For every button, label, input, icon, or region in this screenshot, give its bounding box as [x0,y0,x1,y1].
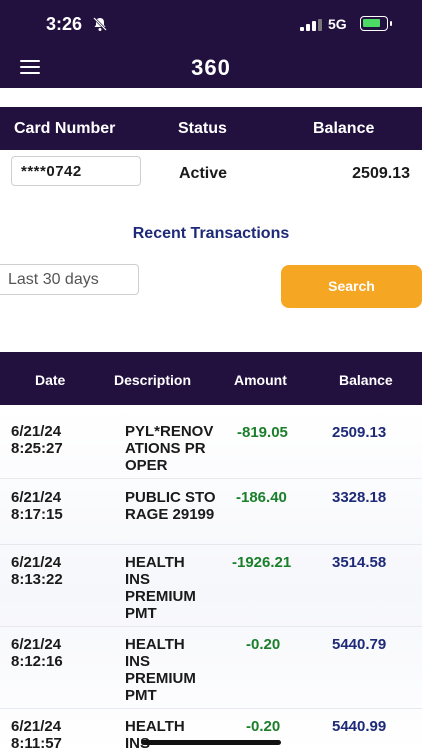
transaction-description: HEALTH INS PREMIUM PMT [125,636,196,704]
transaction-balance: 2509.13 [332,424,387,441]
app-header: 360 [0,48,422,88]
app-logo: 360 [191,55,231,80]
transaction-balance: 5440.99 [332,718,387,735]
transaction-date: 6/21/24 8:11:57 [11,718,62,750]
card-table-header: Card Number Status Balance [0,107,422,150]
card-number-field[interactable]: ****0742 [11,156,141,186]
date-range-select[interactable]: Last 30 days [0,264,139,295]
transaction-description: PUBLIC STORAGE 29199 [125,489,216,523]
transaction-amount: -1926.21 [232,554,292,571]
transaction-description: HEALTH INS [125,718,185,750]
cellular-signal-icon [300,19,322,31]
transaction-date: 6/21/24 8:17:15 [11,489,63,523]
table-row[interactable]: 6/21/24 8:13:22 HEALTH INS PREMIUM PMT -… [0,545,422,627]
bell-off-icon [93,17,107,31]
status-time: 3:26 [46,14,83,34]
table-row[interactable]: 6/21/24 8:17:15 PUBLIC STORAGE 29199 -18… [0,479,422,545]
card-number-header: Card Number [14,120,116,137]
transaction-amount: -0.20 [246,636,281,653]
transaction-amount: -186.40 [236,489,287,506]
balance-column-header: Balance [339,372,393,388]
transaction-description: PYL*RENOVATIONS PROPER [125,423,214,474]
status-header: Status [178,120,227,137]
table-row[interactable]: 6/21/24 8:12:16 HEALTH INS PREMIUM PMT -… [0,627,422,709]
home-indicator[interactable] [141,740,281,745]
transaction-amount: -819.05 [237,424,288,441]
transactions-table-header: Date Description Amount Balance [0,352,422,405]
transaction-date: 6/21/24 8:13:22 [11,554,63,588]
balance-header: Balance [313,120,375,137]
status-bar: 3:26 5G [0,0,422,48]
network-label: 5G [328,16,347,32]
battery-cap [390,21,392,26]
table-row[interactable]: 6/21/24 8:25:27 PYL*RENOVATIONS PROPER -… [0,405,422,479]
transaction-balance: 3514.58 [332,554,387,571]
card-balance: 2509.13 [352,165,410,182]
transaction-description: HEALTH INS PREMIUM PMT [125,554,196,622]
transaction-balance: 3328.18 [332,489,387,506]
date-header: Date [35,372,66,388]
recent-transactions-title: Recent Transactions [132,225,290,242]
amount-header: Amount [234,372,287,388]
transaction-date: 6/21/24 8:25:27 [11,423,63,457]
transaction-balance: 5440.79 [332,636,387,653]
search-button[interactable]: Search [281,265,422,308]
battery-level [363,19,380,27]
card-status: Active [179,165,228,182]
battery-icon [360,16,388,31]
transaction-amount: -0.20 [246,718,281,735]
description-header: Description [114,372,192,388]
transactions-list[interactable]: 6/21/24 8:25:27 PYL*RENOVATIONS PROPER -… [0,405,422,750]
transaction-date: 6/21/24 8:12:16 [11,636,63,670]
